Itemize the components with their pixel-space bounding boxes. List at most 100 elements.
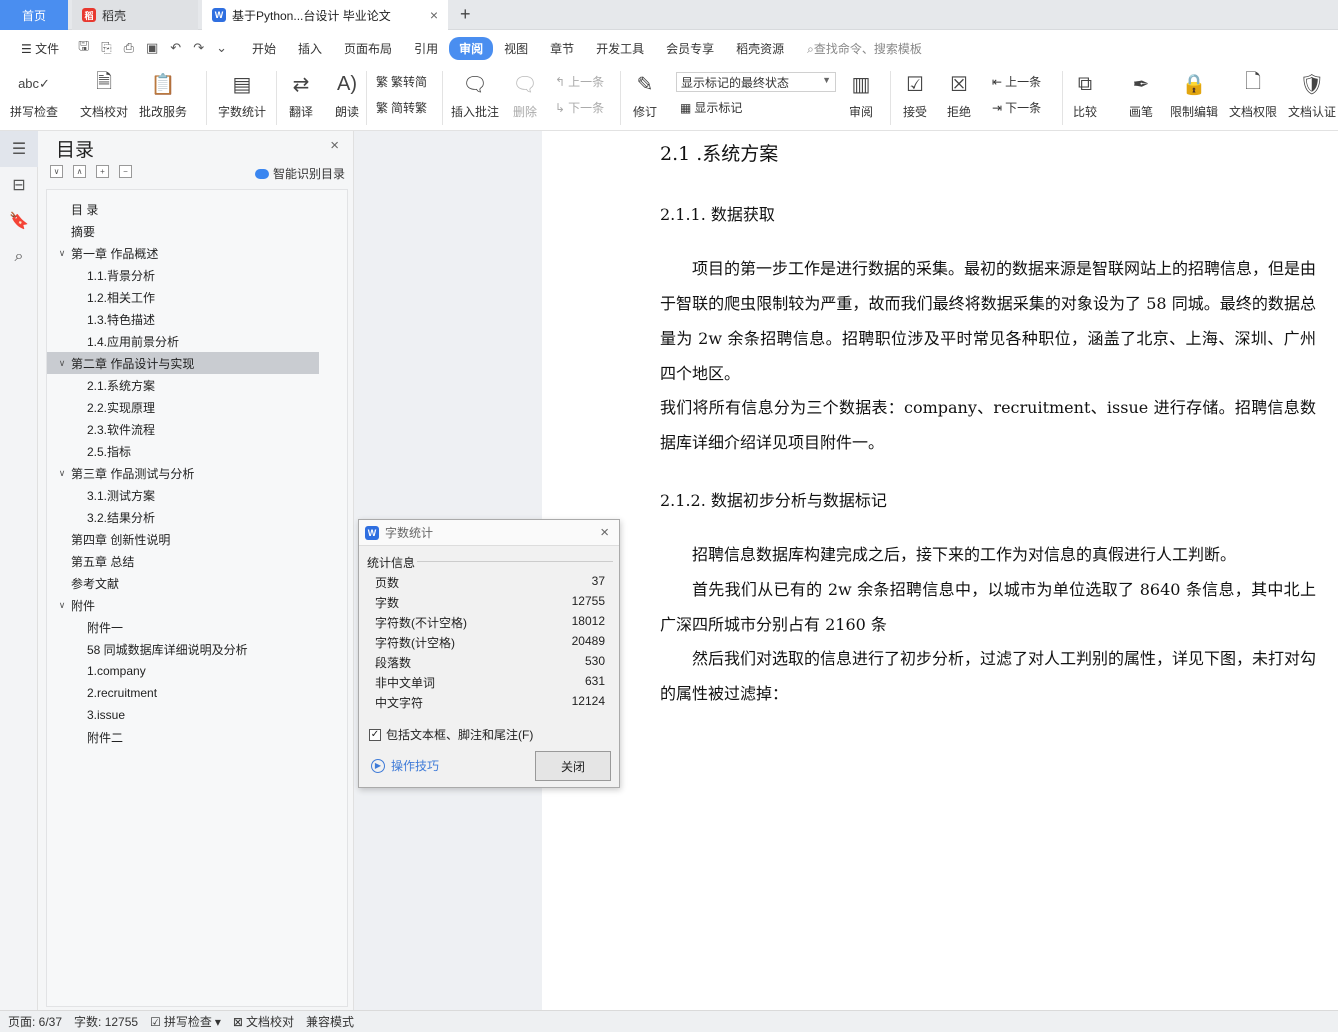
prev-change-icon: ⇤ — [992, 74, 1003, 89]
toc-item[interactable]: 3.2.结果分析 — [47, 506, 319, 528]
smart-toc-button[interactable]: 智能识别目录 — [254, 165, 345, 182]
page-indicator[interactable]: 页面: 6/37 — [8, 1013, 62, 1030]
expand-all-icon[interactable]: ∨ — [50, 165, 63, 178]
menu-tab[interactable]: 页面布局 — [333, 37, 403, 60]
compare-button[interactable]: ⧉ 比较 — [1070, 69, 1100, 120]
wordcount-button[interactable]: ▤ 字数统计 — [218, 69, 266, 120]
menu-tab[interactable]: 章节 — [539, 37, 585, 60]
review-pane-button[interactable]: ▥ 审阅 — [846, 69, 876, 120]
tips-link[interactable]: ▶ 操作技巧 — [371, 757, 439, 774]
collapse-all-icon[interactable]: ∧ — [73, 165, 86, 178]
tab-home[interactable]: 首页 — [0, 0, 68, 30]
insert-comment-button[interactable]: 🗨 插入批注 — [451, 69, 499, 120]
tab-docer[interactable]: 稻 稻壳 — [72, 0, 198, 30]
add-heading-icon[interactable]: + — [96, 165, 109, 178]
toc-panel-icon[interactable]: ☰ — [0, 131, 38, 167]
menu-tab[interactable]: 引用 — [403, 37, 449, 60]
toc-item[interactable]: 2.1.系统方案 — [47, 374, 319, 396]
toc-item[interactable]: 摘要 — [47, 220, 319, 242]
translate-button[interactable]: ⇄ 翻译 — [286, 69, 316, 120]
doc-check-button[interactable]: 🗎 文档校对 — [80, 69, 128, 120]
preview-icon[interactable]: ▣ — [142, 40, 162, 56]
toc-item[interactable]: 2.5.指标 — [47, 440, 319, 462]
read-aloud-button[interactable]: A) 朗读 — [332, 69, 362, 120]
chevron-down-icon[interactable]: ∨ — [55, 358, 69, 369]
spellcheck-button[interactable]: abc✓ 拼写检查 — [10, 69, 58, 120]
menu-tab[interactable]: 会员专享 — [655, 37, 725, 60]
toc-item[interactable]: 1.company — [47, 660, 319, 682]
menu-tab[interactable]: 开发工具 — [585, 37, 655, 60]
cloud-icon — [254, 168, 269, 179]
pen-button[interactable]: ✒ 画笔 — [1126, 69, 1156, 120]
menu-tab[interactable]: 视图 — [493, 37, 539, 60]
chevron-down-icon[interactable]: ∨ — [55, 468, 69, 479]
next-change-button[interactable]: ⇥ 下一条 — [992, 99, 1041, 116]
toc-item[interactable]: ∨ 第三章 作品测试与分析 — [47, 462, 319, 484]
toc-item[interactable]: 58 同城数据库详细说明及分析 — [47, 638, 319, 660]
reject-button[interactable]: ☒ 拒绝 — [944, 69, 974, 120]
track-changes-button[interactable]: ✎ 修订 — [630, 69, 660, 120]
new-tab-icon[interactable]: + — [460, 4, 471, 25]
file-menu[interactable]: ☰ 文件 — [10, 37, 70, 60]
delete-comment-button[interactable]: 🗨 删除 — [510, 69, 540, 120]
toc-item[interactable]: 1.1.背景分析 — [47, 264, 319, 286]
menu-tab[interactable]: 稻壳资源 — [725, 37, 795, 60]
toc-item[interactable]: 目 录 — [47, 198, 319, 220]
tab-document[interactable]: W 基于Python...台设计 毕业论文 × — [202, 0, 448, 30]
document-page[interactable]: 2.1 .系统方案 2.1.1. 数据获取 项目的第一步工作是进行数据的采集。最… — [542, 131, 1338, 1010]
next-comment-button[interactable]: ↳ 下一条 — [555, 99, 604, 116]
dialog-titlebar[interactable]: W 字数统计 × — [359, 520, 619, 546]
toc-item[interactable]: 第五章 总结 — [47, 550, 319, 572]
status-proofread[interactable]: ⊠ 文档校对 — [233, 1013, 294, 1030]
include-textboxes-checkbox[interactable]: ✓ 包括文本框、脚注和尾注(F) — [369, 726, 533, 743]
toc-item[interactable]: 2.2.实现原理 — [47, 396, 319, 418]
undo-icon[interactable]: ↶ — [166, 40, 185, 56]
remove-heading-icon[interactable]: − — [119, 165, 132, 178]
toc-item[interactable]: 1.4.应用前景分析 — [47, 330, 319, 352]
command-search[interactable]: ⌕查找命令、搜索模板 — [807, 40, 922, 57]
doc-auth-button[interactable]: 🛡 文档认证 — [1288, 69, 1336, 120]
chevron-down-icon[interactable]: ∨ — [55, 248, 69, 259]
close-tab-icon[interactable]: × — [430, 7, 438, 23]
search-icon[interactable]: ⌕ — [0, 239, 38, 275]
toc-item[interactable]: 3.issue — [47, 704, 319, 726]
trad-to-simp-button[interactable]: 繁繁转简 — [376, 73, 427, 90]
bookmark-icon[interactable]: 🔖 — [0, 203, 38, 239]
save-icon[interactable]: 🖫 — [74, 37, 93, 59]
toc-item[interactable]: 2.recruitment — [47, 682, 319, 704]
close-icon[interactable]: × — [330, 137, 339, 154]
markup-mode-select[interactable]: 显示标记的最终状态 ▼ — [676, 72, 836, 92]
export-pdf-icon[interactable]: ⎘ — [97, 40, 115, 56]
chapter-nav-icon[interactable]: ⊟ — [0, 167, 38, 203]
toc-item[interactable]: 附件一 — [47, 616, 319, 638]
toc-item[interactable]: 3.1.测试方案 — [47, 484, 319, 506]
toc-item[interactable]: 第四章 创新性说明 — [47, 528, 319, 550]
toc-item[interactable]: ∨ 附件 — [47, 594, 319, 616]
restrict-edit-button[interactable]: 🔒 限制编辑 — [1170, 69, 1218, 120]
menu-tab[interactable]: 开始 — [241, 37, 287, 60]
menu-tab[interactable]: 审阅 — [449, 36, 494, 60]
show-markup-button[interactable]: ▦ 显示标记 — [680, 99, 742, 116]
toc-item[interactable]: ∨ 第二章 作品设计与实现 — [47, 352, 319, 374]
prev-comment-button[interactable]: ↰ 上一条 — [555, 73, 604, 90]
status-spellcheck[interactable]: ☑ 拼写检查 ▾ — [150, 1013, 221, 1030]
menu-tab[interactable]: 插入 — [287, 37, 333, 60]
toc-item[interactable]: 2.3.软件流程 — [47, 418, 319, 440]
toc-item[interactable]: ∨ 第一章 作品概述 — [47, 242, 319, 264]
close-button[interactable]: 关闭 — [535, 751, 611, 781]
redo-icon[interactable]: ↷ — [189, 40, 208, 56]
chevron-down-icon[interactable]: ∨ — [55, 600, 69, 611]
batch-service-button[interactable]: 📋 批改服务 — [139, 69, 187, 120]
close-icon[interactable]: × — [600, 524, 609, 541]
toc-item[interactable]: 参考文献 — [47, 572, 319, 594]
word-count-indicator[interactable]: 字数: 12755 — [74, 1013, 138, 1030]
simp-to-trad-button[interactable]: 繁简转繁 — [376, 99, 427, 116]
print-icon[interactable]: ⎙ — [120, 40, 138, 56]
accept-button[interactable]: ☑ 接受 — [900, 69, 930, 120]
toc-item[interactable]: 附件二 — [47, 726, 319, 748]
customize-chevron-icon[interactable]: ⌄ — [212, 40, 231, 56]
doc-rights-button[interactable]: 🗋 文档权限 — [1229, 69, 1277, 120]
toc-item[interactable]: 1.2.相关工作 — [47, 286, 319, 308]
toc-item[interactable]: 1.3.特色描述 — [47, 308, 319, 330]
prev-change-button[interactable]: ⇤ 上一条 — [992, 73, 1041, 90]
